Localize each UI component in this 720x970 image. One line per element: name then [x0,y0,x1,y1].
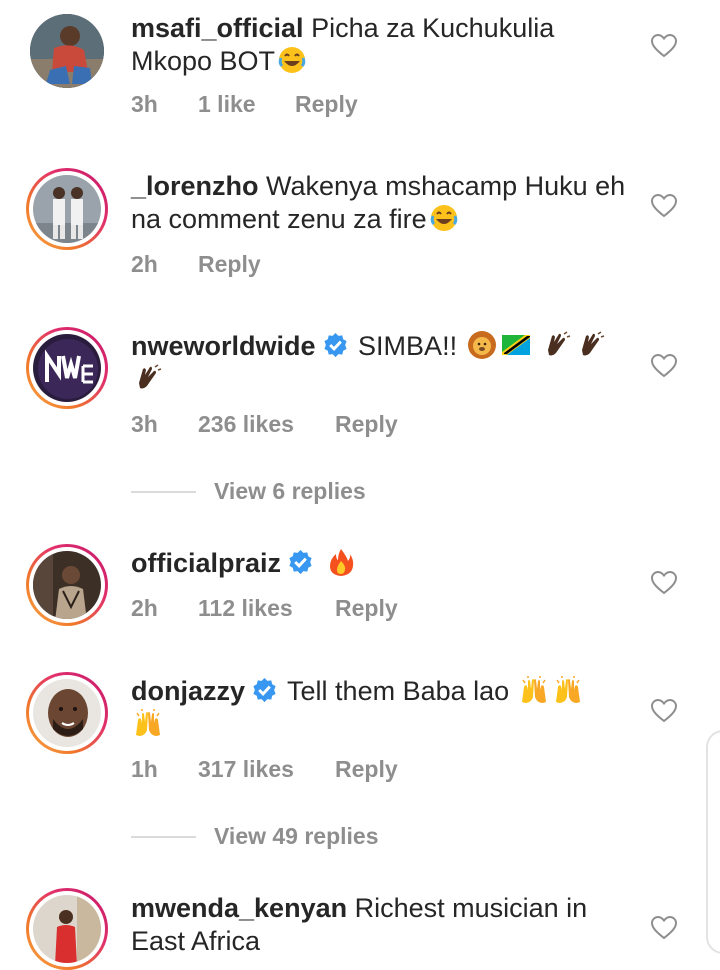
comment-text-block: _lorenzho Wakenya mshacamp Huku eh na co… [131,170,631,236]
verified-badge-icon [287,549,314,576]
comment-text-block: mwenda_kenyan Richest musician in East A… [131,892,631,958]
comment-username[interactable]: mwenda_kenyan [131,893,347,923]
avatar[interactable] [26,888,108,970]
edge-panel-handle[interactable] [706,730,720,954]
comment-username[interactable]: nweworldwide [131,331,316,361]
comment-username[interactable]: _lorenzho [131,171,259,201]
comment-text-block: officialpraiz [131,547,631,580]
comment-time: 1h [131,756,158,782]
fire-emoji-icon [326,547,356,577]
view-replies-button[interactable]: View 6 replies [131,478,366,505]
comment-time: 3h [131,411,158,437]
avatar[interactable] [26,327,108,409]
lion-emoji-icon [467,330,497,360]
comment-time: 2h [131,251,158,277]
comment-meta: 3h 236 likes Reply [131,411,398,438]
view-replies-label[interactable]: View 6 replies [214,478,366,505]
like-count[interactable]: 1 like [198,91,295,118]
avatar[interactable] [30,14,104,88]
comment-time: 3h [131,91,158,117]
clapping-hands-emoji-icon [542,330,572,360]
avatar[interactable] [26,544,108,626]
view-replies-button[interactable]: View 49 replies [131,823,379,850]
heart-icon[interactable] [651,699,677,723]
raising-hands-emoji-icon [553,675,583,705]
verified-badge-icon [322,332,349,359]
reply-button[interactable]: Reply [335,595,398,622]
joy-emoji-icon [277,45,307,75]
flag-tanzania-emoji-icon [501,330,531,360]
heart-icon[interactable] [651,194,677,218]
comment-meta: 2h Reply [131,251,261,278]
reply-button[interactable]: Reply [198,251,261,278]
avatar[interactable] [26,168,108,250]
comment-username[interactable]: officialpraiz [131,548,281,578]
comment-time: 2h [131,595,158,621]
comment-text-block: donjazzy Tell them Baba lao [131,675,631,741]
heart-icon[interactable] [651,34,677,58]
comment-username[interactable]: msafi_official [131,13,304,43]
divider-line [131,835,196,838]
comment-meta: 2h 112 likes Reply [131,595,398,622]
comment-meta: 1h 317 likes Reply [131,756,398,783]
comment-text-block: nweworldwide SIMBA!! [131,330,631,396]
comment-meta: 3h 1 like Reply [131,91,358,118]
view-replies-label[interactable]: View 49 replies [214,823,379,850]
heart-icon[interactable] [651,916,677,940]
heart-icon[interactable] [651,354,677,378]
like-count[interactable]: 236 likes [198,411,335,438]
comment-body: Tell them Baba lao [287,676,510,706]
like-count[interactable]: 317 likes [198,756,335,783]
like-count[interactable]: 112 likes [198,595,335,622]
raising-hands-emoji-icon [519,675,549,705]
joy-emoji-icon [429,203,459,233]
reply-button[interactable]: Reply [295,91,358,118]
avatar[interactable] [26,672,108,754]
clapping-hands-emoji-icon [576,330,606,360]
comment-body: SIMBA!! [358,331,458,361]
verified-badge-icon [251,677,278,704]
comment-username[interactable]: donjazzy [131,676,245,706]
comment-text-block: msafi_official Picha za Kuchukulia Mkopo… [131,12,631,78]
reply-button[interactable]: Reply [335,411,398,438]
raising-hands-emoji-icon [133,708,163,738]
reply-button[interactable]: Reply [335,756,398,783]
divider-line [131,490,196,493]
heart-icon[interactable] [651,571,677,595]
clapping-hands-emoji-icon [133,363,163,393]
